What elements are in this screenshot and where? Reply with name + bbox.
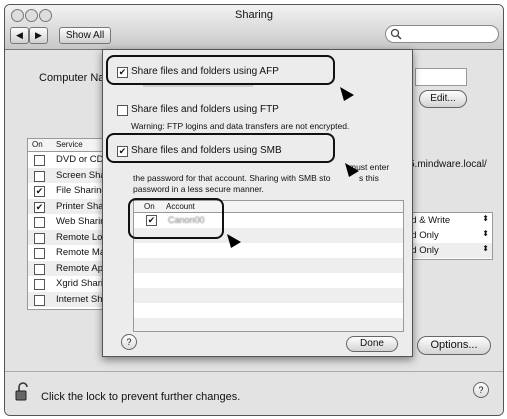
permission-row[interactable]: ad & Write ⬍ xyxy=(404,213,492,228)
sheet-help-button[interactable]: ? xyxy=(121,334,137,350)
service-checkbox[interactable] xyxy=(34,217,45,228)
empty-row xyxy=(134,288,403,303)
computer-name-label: Computer Na xyxy=(39,72,105,84)
service-label: Remote Ap xyxy=(56,262,103,274)
computer-name-field[interactable] xyxy=(415,68,467,86)
service-checkbox[interactable] xyxy=(34,263,45,275)
smb-note-line-1: must enter xyxy=(349,162,390,172)
service-label: Remote Lo xyxy=(56,231,103,243)
title-bar: Sharing ◀ ▶ Show All xyxy=(5,5,503,50)
permission-row[interactable]: ad Only ⬍ xyxy=(404,228,492,243)
ftp-checkbox[interactable] xyxy=(117,105,128,116)
empty-row xyxy=(134,273,403,288)
search-input[interactable] xyxy=(385,25,499,43)
address-text: 5.mindware.local/ xyxy=(409,159,487,170)
forward-button[interactable]: ▶ xyxy=(29,27,48,44)
search-icon xyxy=(390,28,402,40)
service-checkbox[interactable] xyxy=(34,155,45,166)
divider xyxy=(5,371,503,372)
service-label: File Sharing xyxy=(56,185,107,196)
service-checkbox[interactable] xyxy=(34,294,45,306)
stepper-icon[interactable]: ⬍ xyxy=(482,214,489,223)
ftp-option-label: Share files and folders using FTP xyxy=(131,104,279,115)
permission-row[interactable]: ad Only ⬍ xyxy=(404,243,492,258)
lock-icon[interactable] xyxy=(15,382,31,402)
edit-button[interactable]: Edit... xyxy=(419,90,467,108)
empty-row xyxy=(134,303,403,318)
show-all-button[interactable]: Show All xyxy=(59,27,111,44)
empty-row xyxy=(134,243,403,258)
on-column-header: On xyxy=(32,140,43,149)
stepper-icon[interactable]: ⬍ xyxy=(482,244,489,253)
service-label: Remote Ma xyxy=(56,247,106,258)
service-checkbox[interactable] xyxy=(34,279,45,290)
service-checkbox[interactable]: ✔ xyxy=(34,186,45,197)
permissions-list: ad & Write ⬍ ad Only ⬍ ad Only ⬍ xyxy=(403,212,493,260)
options-button[interactable]: Options... xyxy=(417,336,491,355)
service-label: Screen Sha xyxy=(56,169,106,181)
service-checkbox[interactable] xyxy=(34,170,45,182)
account-highlight-outline xyxy=(128,198,224,239)
service-checkbox[interactable] xyxy=(34,232,45,244)
afp-highlight-outline xyxy=(106,55,335,85)
stepper-icon[interactable]: ⬍ xyxy=(482,229,489,238)
smb-note-line-2b: s this xyxy=(359,173,379,183)
service-checkbox[interactable]: ✔ xyxy=(34,201,45,213)
done-button[interactable]: Done xyxy=(346,336,398,352)
empty-row xyxy=(134,318,403,331)
sharing-window: Sharing ◀ ▶ Show All Computer Na Edit...… xyxy=(4,4,504,416)
back-button[interactable]: ◀ xyxy=(10,27,29,44)
service-label: Web Sharin xyxy=(56,216,106,227)
window-title: Sharing xyxy=(235,9,273,21)
smb-note-line-2: the password for that account. Sharing w… xyxy=(133,173,331,183)
smb-highlight-outline xyxy=(106,133,335,163)
service-label: Xgrid Shari xyxy=(56,278,103,289)
service-label: Printer Sha xyxy=(56,200,104,212)
service-checkbox[interactable] xyxy=(34,248,45,259)
service-column-header: Service xyxy=(56,140,83,149)
ftp-warning-text: Warning: FTP logins and data transfers a… xyxy=(131,121,350,131)
help-button[interactable]: ? xyxy=(473,382,489,398)
lock-text: Click the lock to prevent further change… xyxy=(41,391,241,403)
service-label: Internet Sh xyxy=(56,293,103,305)
empty-row xyxy=(134,258,403,273)
smb-note-line-3: password in a less secure manner. xyxy=(133,184,264,194)
service-label: DVD or CD xyxy=(56,154,104,165)
